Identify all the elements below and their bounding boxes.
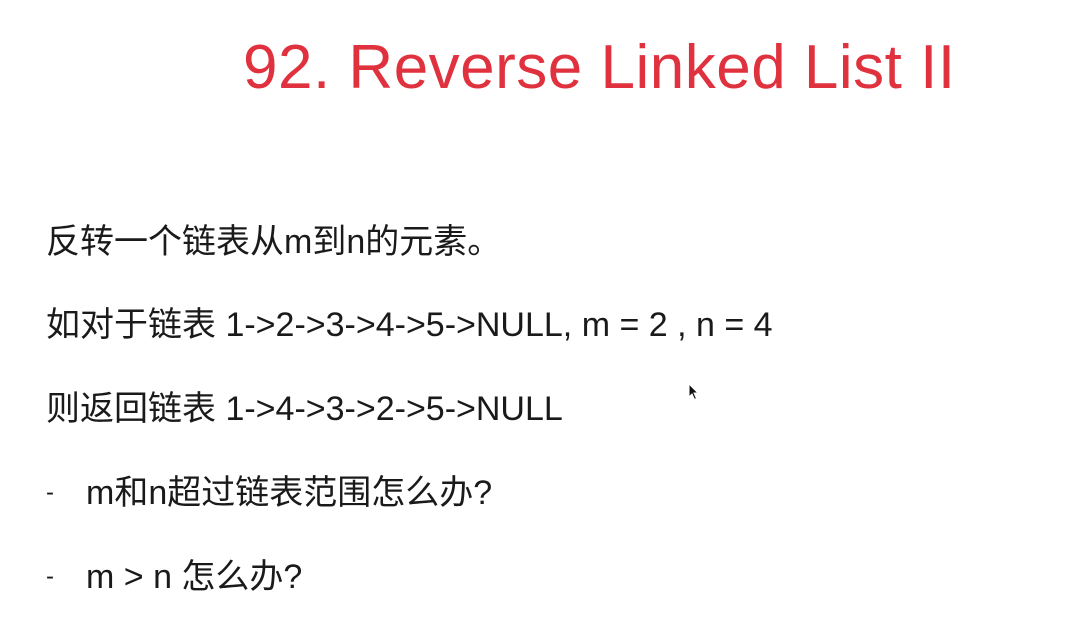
- bullet-text: m和n超过链表范围怎么办?: [86, 474, 493, 512]
- bullet-text: m > n 怎么办?: [86, 558, 303, 596]
- example-output: 则返回链表 1->4->3->2->5->NULL: [46, 390, 563, 428]
- bullet-item: - m和n超过链表范围怎么办?: [46, 471, 492, 515]
- bullet-marker: -: [46, 563, 54, 590]
- bullet-marker: -: [46, 479, 54, 506]
- bullet-item: - m > n 怎么办?: [46, 555, 302, 599]
- mouse-pointer-icon: [688, 383, 700, 401]
- slide-title: 92. Reverse Linked List II: [243, 33, 956, 102]
- slide: 92. Reverse Linked List II 反转一个链表从m到n的元素…: [0, 0, 1085, 624]
- example-input: 如对于链表 1->2->3->4->5->NULL, m = 2 , n = 4: [46, 306, 773, 344]
- problem-description: 反转一个链表从m到n的元素。: [46, 223, 502, 261]
